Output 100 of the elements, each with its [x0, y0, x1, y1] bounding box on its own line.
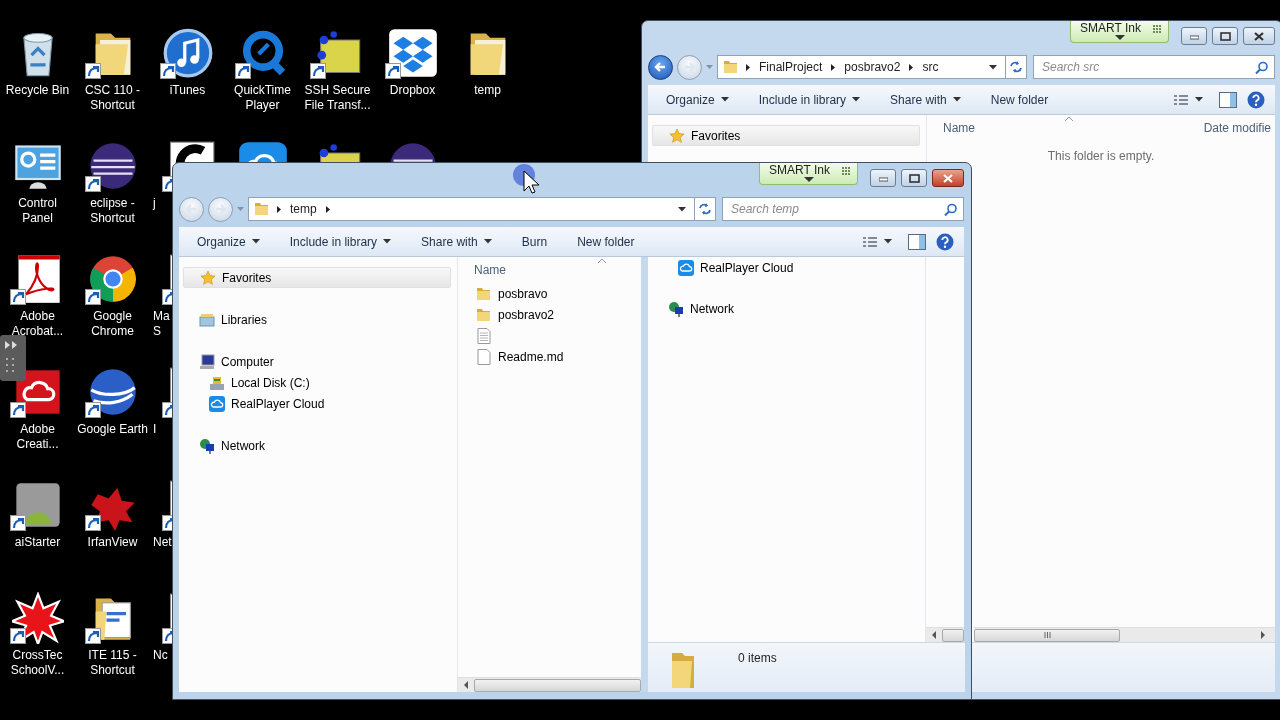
toolbar-button[interactable]: Burn — [515, 232, 554, 251]
breadcrumb-link[interactable]: src — [920, 58, 941, 76]
desktop-icon-label[interactable]: I — [150, 422, 157, 437]
nav-item[interactable]: Favorites — [183, 267, 451, 288]
breadcrumb-link[interactable]: FinalProject — [757, 58, 825, 76]
refresh-button[interactable] — [1005, 55, 1027, 79]
left-arrow-icon — [464, 681, 468, 689]
star-icon — [669, 127, 685, 144]
preview-pane-icon — [908, 233, 926, 250]
desktop-icon-label[interactable]: Google Earth — [77, 422, 148, 437]
nav-label: Favorites — [222, 269, 272, 287]
nav-item[interactable]: RealPlayer Cloud — [652, 257, 921, 278]
desktop-icon-label[interactable]: Adobe Creati... — [16, 422, 59, 452]
smart-ink-tab[interactable]: SMART Ink — [759, 163, 858, 185]
folder-icon — [723, 59, 739, 75]
search-icon — [944, 202, 957, 216]
close-button[interactable] — [932, 169, 964, 187]
desktop-icon-label[interactable]: temp — [474, 83, 501, 98]
music-note-icon — [161, 27, 214, 79]
breadcrumb-link[interactable]: temp — [288, 200, 319, 218]
column-header[interactable]: Name — [943, 119, 975, 137]
desktop-icon-label[interactable]: Ma S — [150, 309, 170, 339]
desktop-icon-label[interactable]: QuickTime Player — [234, 83, 291, 113]
desktop-icon-label[interactable]: Recycle Bin — [5, 83, 70, 98]
back-arrow-icon — [185, 203, 198, 215]
empty-folder-message: This folder is empty. — [1046, 148, 1156, 165]
desktop-icon-label[interactable]: ITE 115 - Shortcut — [88, 648, 137, 678]
desktop-icon-label[interactable]: Adobe Acrobat... — [11, 309, 64, 339]
library-icon — [199, 311, 215, 328]
caret-icon — [237, 207, 244, 211]
toolbar-button[interactable]: Include in library — [283, 232, 398, 251]
minimize-button[interactable] — [1181, 27, 1207, 45]
scrollbar[interactable] — [926, 627, 964, 642]
nav-item[interactable]: Libraries — [183, 309, 451, 330]
minimize-button[interactable] — [870, 169, 896, 187]
toolbar-button[interactable]: Share with — [884, 90, 967, 109]
minimize-icon — [1189, 32, 1199, 40]
back-button[interactable] — [648, 54, 673, 80]
toolbar-button[interactable]: New folder — [984, 90, 1055, 109]
nav-item[interactable]: Local Disk (C:) — [183, 372, 451, 393]
scrollbar[interactable] — [974, 627, 1275, 642]
left-arrow-icon — [932, 631, 936, 639]
refresh-button[interactable] — [694, 197, 716, 221]
nav-item[interactable]: RealPlayer Cloud — [183, 393, 451, 414]
refresh-icon — [1008, 59, 1024, 75]
desktop-icon-label[interactable]: Net — [150, 535, 172, 550]
nav-item[interactable]: Network — [652, 298, 921, 319]
address-bar[interactable]: FinalProject posbravo2 src — [717, 55, 1006, 79]
maximize-icon — [908, 173, 920, 183]
file-item[interactable]: posbravo — [458, 283, 641, 304]
file-item[interactable]: Readme.md — [458, 346, 641, 367]
desktop-icon-label[interactable]: SSH Secure File Transf... — [304, 83, 371, 113]
desktop-icon-label[interactable]: IrfanView — [87, 535, 138, 550]
desktop-icon-label[interactable]: iTunes — [169, 83, 206, 98]
file-item[interactable]: posbravo2 — [458, 304, 641, 325]
close-icon — [1254, 31, 1264, 41]
maximize-button[interactable] — [1212, 27, 1238, 45]
maximize-button[interactable] — [901, 169, 927, 187]
search-box[interactable]: Search src — [1033, 55, 1275, 79]
desktop-icon-label[interactable]: CrossTec SchoolV... — [10, 648, 65, 678]
toolbar-button[interactable]: New folder — [571, 232, 641, 251]
column-header[interactable]: Date modifie — [1203, 119, 1271, 137]
desktop-icon-label[interactable]: Google Chrome — [91, 309, 134, 339]
scrollbar[interactable] — [458, 677, 641, 692]
close-button[interactable] — [1243, 27, 1275, 45]
desktop-icon-label[interactable]: Control Panel — [18, 196, 57, 226]
address-bar[interactable]: temp — [248, 197, 695, 221]
toolbar-button[interactable]: Share with — [415, 232, 498, 251]
tab-label: SMART Ink — [769, 163, 830, 177]
nav-item[interactable]: Network — [183, 435, 451, 456]
nav-item[interactable]: Computer — [183, 351, 451, 372]
nav-label: Network — [690, 300, 734, 318]
caret-icon — [706, 65, 713, 69]
forward-arrow-icon — [214, 203, 227, 215]
desktop-icon-label[interactable]: CSC 110 - Shortcut — [84, 83, 141, 113]
search-field[interactable]: Search src — [1042, 58, 1255, 76]
caret-icon — [884, 239, 892, 244]
toolbar-button[interactable]: Organize — [191, 232, 266, 251]
column-header[interactable]: Name — [474, 261, 506, 279]
caret-icon — [1114, 35, 1125, 40]
cloud-icon — [209, 395, 225, 412]
search-field[interactable]: Search temp — [731, 200, 944, 218]
item-count: 0 items — [738, 650, 777, 667]
desktop-icon-label[interactable]: eclipse - Shortcut — [90, 196, 135, 226]
toolbar-button[interactable]: Include in library — [752, 90, 867, 109]
folder-icon — [254, 201, 270, 217]
tab-label: SMART Ink — [1080, 21, 1141, 35]
smart-ink-tab[interactable]: SMART Ink — [1070, 21, 1169, 43]
nav-item[interactable]: Favorites — [652, 125, 920, 146]
desktop-icon-label[interactable]: j — [150, 196, 156, 211]
toolbar-button[interactable]: Organize — [660, 90, 735, 109]
desktop-icon-label[interactable]: aiStarter — [14, 535, 61, 550]
search-box[interactable]: Search temp — [722, 197, 964, 221]
desktop-icon-label[interactable]: Nc — [150, 648, 168, 663]
nav-label: RealPlayer Cloud — [231, 395, 325, 413]
close-icon — [943, 173, 953, 183]
help-icon — [1247, 90, 1265, 109]
breadcrumb-link[interactable]: posbravo2 — [842, 58, 903, 76]
cursor-icon — [512, 163, 542, 195]
desktop-icon-label[interactable]: Dropbox — [389, 83, 436, 98]
